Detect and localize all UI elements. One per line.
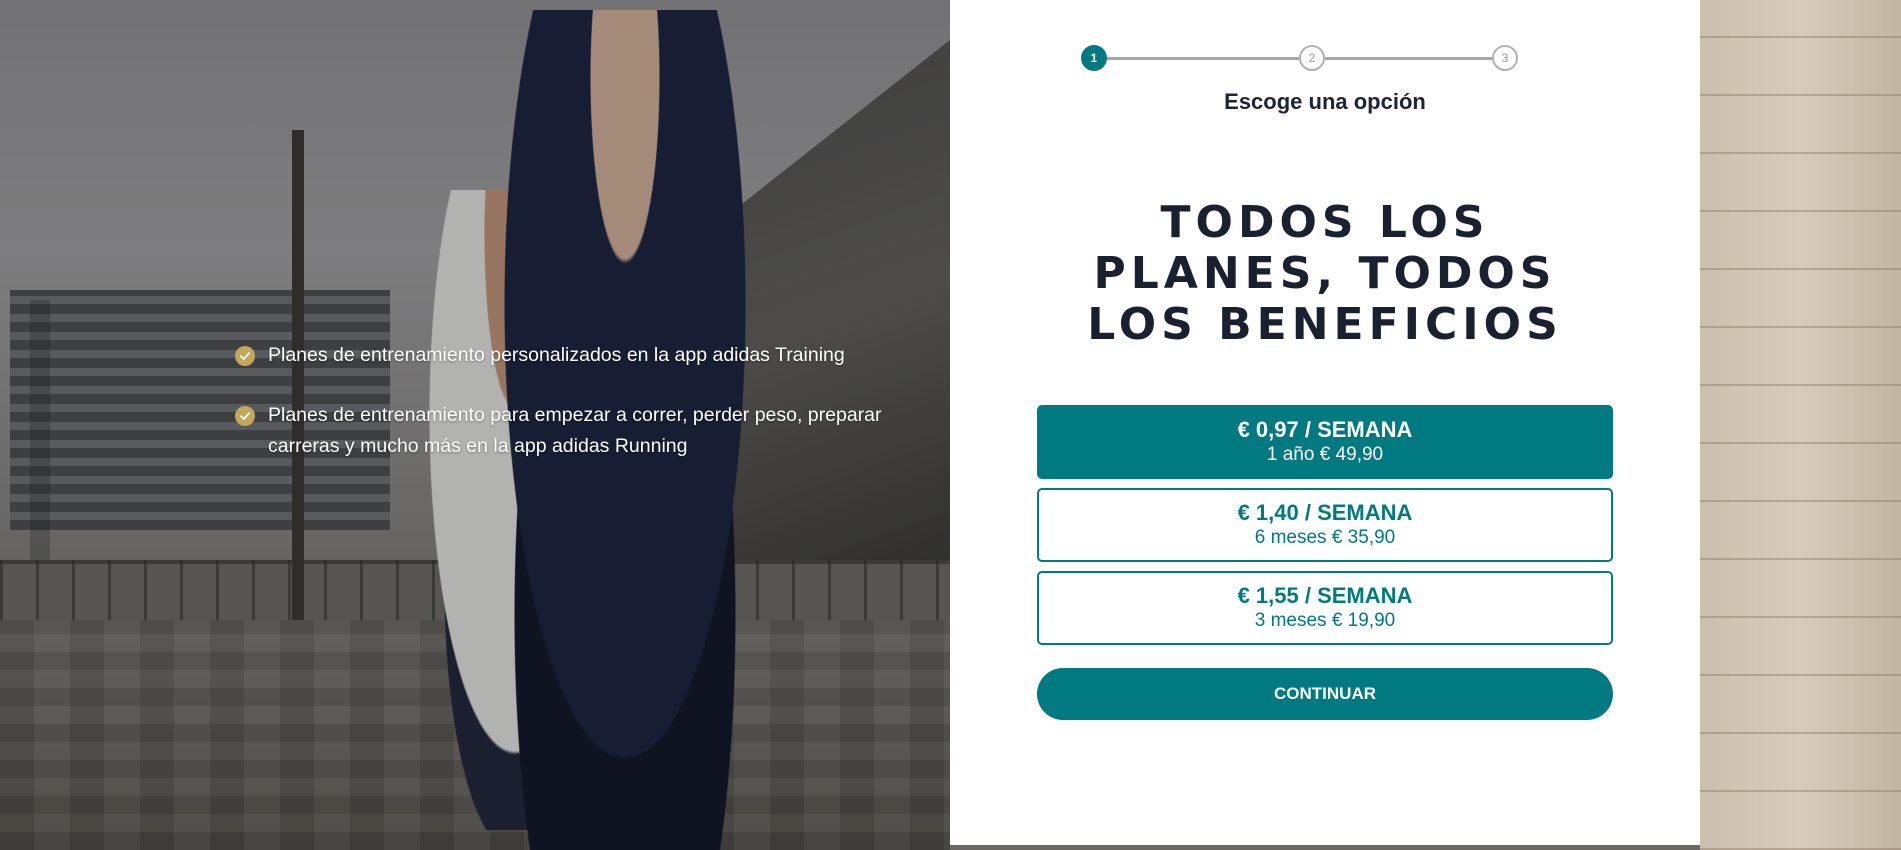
plan-option-6-months[interactable]: € 1,40 / SEMANA 6 meses € 35,90: [1037, 488, 1613, 562]
plan-price: € 1,40 / SEMANA: [1237, 500, 1413, 525]
plan-detail: 1 año € 49,90: [1266, 444, 1384, 465]
plan-price: € 1,55 / SEMANA: [1237, 583, 1413, 608]
plan-price: € 0,97 / SEMANA: [1237, 417, 1413, 442]
benefits-list: Planes de entrenamiento personalizados e…: [235, 340, 915, 491]
step-connector: [1325, 57, 1505, 60]
check-circle-icon: [235, 406, 255, 426]
check-circle-icon: [235, 346, 255, 366]
plan-selection-panel: 1 2 3 Escoge una opción TODOS LOS PLANES…: [950, 0, 1700, 845]
plan-option-3-months[interactable]: € 1,55 / SEMANA 3 meses € 19,90: [1037, 571, 1613, 645]
plan-detail: 6 meses € 35,90: [1254, 527, 1396, 548]
benefit-text: Planes de entrenamiento personalizados e…: [268, 344, 845, 366]
step-caption: Escoge una opción: [1224, 89, 1426, 114]
step-3-indicator: 3: [1492, 45, 1518, 71]
page-headline: TODOS LOS PLANES, TODOS LOS BENEFICIOS: [1087, 197, 1563, 350]
benefit-item: Planes de entrenamiento personalizados e…: [235, 340, 915, 371]
progress-stepper: 1 2 3: [1081, 45, 1518, 71]
plan-option-1-year[interactable]: € 0,97 / SEMANA 1 año € 49,90: [1037, 405, 1613, 479]
step-2-indicator: 2: [1299, 45, 1325, 71]
plan-detail: 3 meses € 19,90: [1254, 610, 1396, 631]
benefit-text: Planes de entrenamiento para empezar a c…: [268, 404, 882, 457]
step-1-indicator: 1: [1081, 45, 1107, 71]
plan-options: € 0,97 / SEMANA 1 año € 49,90 € 1,40 / S…: [1037, 405, 1613, 654]
benefit-item: Planes de entrenamiento para empezar a c…: [235, 400, 915, 462]
continue-button[interactable]: CONTINUAR: [1037, 668, 1613, 720]
step-connector: [1094, 57, 1299, 60]
